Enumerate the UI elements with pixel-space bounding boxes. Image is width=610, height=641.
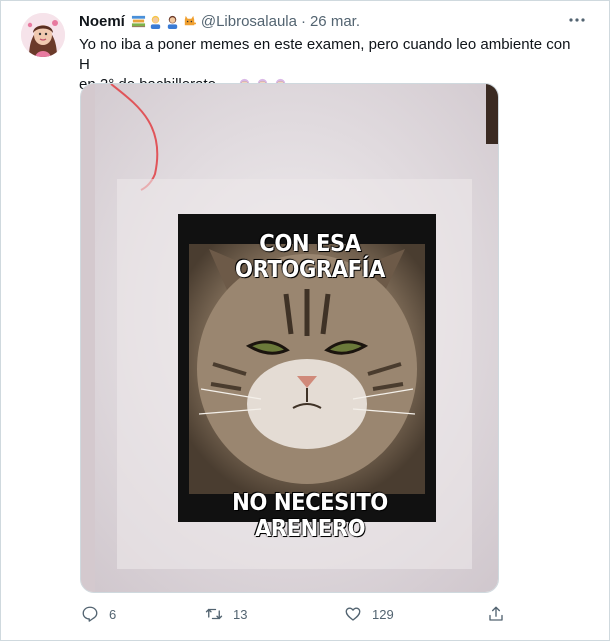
author-handle[interactable]: @Librosalaula [201, 13, 297, 30]
like-button[interactable]: 129 [344, 605, 394, 623]
teacher-woman-icon [167, 15, 178, 29]
tweet-header: Noemí @Librosalaula · 26 mar. [79, 11, 360, 31]
meme-bottom-caption: NO NECESITO ARENERO [232, 490, 388, 542]
share-icon [489, 606, 503, 621]
avatar[interactable] [21, 13, 65, 57]
share-button[interactable] [487, 605, 505, 623]
tweet-card[interactable]: Noemí @Librosalaula · 26 mar. Yo no iba … [0, 0, 610, 641]
reply-button[interactable]: 6 [81, 605, 116, 623]
more-icon [569, 18, 585, 22]
more-options-button[interactable] [563, 9, 591, 31]
author-name[interactable]: Noemí [79, 13, 125, 30]
meme-top-caption: CON ESA ORTOGRAFÍA [235, 231, 385, 283]
tweet-actions: 6 13 129 [79, 605, 509, 631]
tweet-media-photo[interactable]: CON ESA ORTOGRAFÍA NO NECESITO ARENERO [80, 83, 499, 593]
books-icon [131, 15, 145, 27]
retweet-icon [205, 608, 223, 620]
tweet-date[interactable]: 26 mar. [310, 13, 360, 30]
retweet-count: 13 [233, 606, 248, 622]
author-emojis [131, 14, 197, 29]
teacher-woman-icon [150, 15, 161, 29]
like-count: 129 [372, 606, 394, 622]
reply-icon [82, 606, 98, 622]
reply-count: 6 [109, 606, 117, 622]
separator-dot: · [300, 12, 306, 30]
retweet-button[interactable]: 13 [205, 605, 247, 623]
tweet-text-line1: Yo no iba a poner memes en este examen, … [79, 36, 571, 73]
heart-icon [345, 607, 361, 621]
cat-icon [184, 15, 196, 25]
